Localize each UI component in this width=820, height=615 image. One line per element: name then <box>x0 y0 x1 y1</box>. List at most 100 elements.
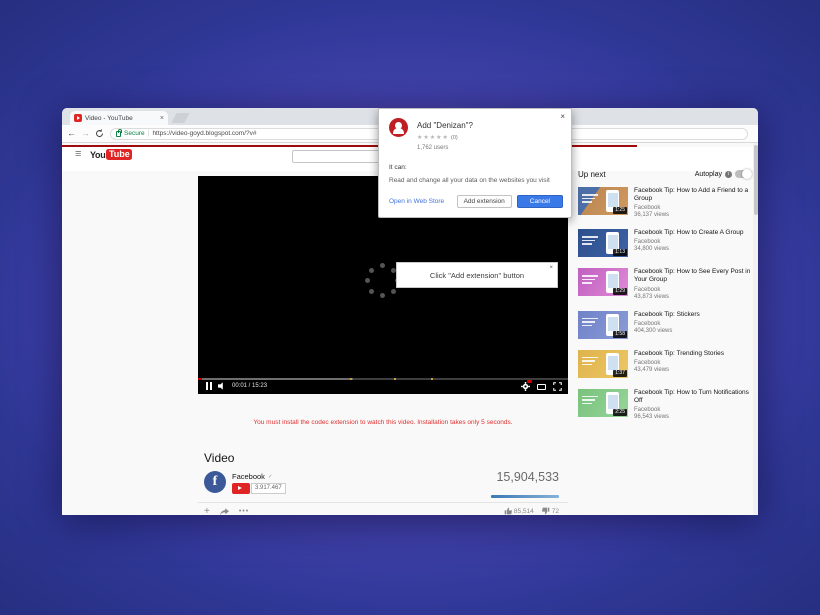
instruction-tooltip: Click "Add extension" button × <box>396 262 558 288</box>
sentiment-bar <box>491 495 559 498</box>
duration-badge: 1:37 <box>613 370 627 377</box>
volume-icon[interactable] <box>218 382 226 390</box>
up-next-title[interactable]: Facebook Tip: How to Turn Notifications … <box>634 389 752 405</box>
menu-icon[interactable]: ≡ <box>75 149 81 160</box>
up-next-channel[interactable]: Facebook <box>634 321 752 327</box>
rating-stars-icon: ★★★★★ <box>417 134 449 141</box>
browser-tab[interactable]: Video - YouTube × <box>70 111 168 125</box>
thumbnail-caption-graphic <box>582 236 598 247</box>
theater-mode-icon[interactable] <box>537 384 546 390</box>
youtube-logo[interactable]: You Tube <box>90 149 132 160</box>
up-next-video[interactable]: 2:25 Facebook Tip: How to Turn Notificat… <box>578 389 752 420</box>
up-next-views: 36,137 views <box>634 212 752 218</box>
extension-install-popup: × Add "Denizan"? ★★★★★ (0) 1,762 users I… <box>378 108 572 218</box>
up-next-channel[interactable]: Facebook <box>634 287 752 293</box>
more-actions-icon[interactable]: ••• <box>239 508 249 515</box>
up-next-views: 34,800 views <box>634 246 752 252</box>
subscribe-widget[interactable]: 3.917.467 <box>232 483 286 494</box>
up-next-video[interactable]: 1:37 Facebook Tip: Trending Stories Face… <box>578 350 752 378</box>
up-next-views: 43,873 views <box>634 294 752 300</box>
new-tab-button[interactable] <box>171 113 189 123</box>
add-to-icon[interactable]: + <box>204 506 210 515</box>
fullscreen-icon[interactable] <box>553 382 562 391</box>
video-thumbnail[interactable]: 2:25 <box>578 389 628 417</box>
up-next-title[interactable]: Facebook Tip: How to Add a Friend to a G… <box>634 187 752 203</box>
video-thumbnail[interactable]: 1:37 <box>578 350 628 378</box>
tab-title: Video - YouTube <box>85 115 157 122</box>
up-next-video[interactable]: 1:58 Facebook Tip: Stickers Facebook 404… <box>578 311 752 339</box>
video-thumbnail[interactable]: 1:29 <box>578 268 628 296</box>
rating-count: (0) <box>451 135 458 141</box>
up-next-title[interactable]: Facebook Tip: How to Create A Group <box>634 229 752 237</box>
pause-icon[interactable] <box>206 382 212 390</box>
url-text[interactable]: https://video-goyd.blogspot.com/?v# <box>152 130 256 137</box>
youtube-favicon-icon <box>74 114 82 122</box>
video-thumbnail[interactable]: 1:25 <box>578 187 628 215</box>
forward-icon[interactable]: → <box>81 129 90 138</box>
back-icon[interactable]: ← <box>67 129 76 138</box>
up-next-sidebar: Up next Autoplay i 1:25 <box>578 167 752 431</box>
up-next-channel[interactable]: Facebook <box>634 205 752 211</box>
logo-you-text: You <box>90 150 105 160</box>
subscriber-count: 3.917.467 <box>251 483 286 494</box>
subscribe-button[interactable] <box>232 483 250 494</box>
video-thumbnail[interactable]: 1:13 <box>578 229 628 257</box>
verified-badge-icon: ✓ <box>268 474 273 480</box>
up-next-channel[interactable]: Facebook <box>634 239 752 245</box>
video-thumbnail[interactable]: 1:58 <box>578 311 628 339</box>
info-icon[interactable]: i <box>725 171 732 178</box>
thumbnail-caption-graphic <box>582 275 598 286</box>
channel-avatar[interactable]: f <box>204 471 226 493</box>
ad-marker <box>350 378 352 380</box>
player-controls: 00:01 / 15:23 <box>198 378 568 394</box>
thumbnail-caption-graphic <box>582 194 598 205</box>
like-button[interactable]: 85,514 <box>504 507 534 515</box>
ad-marker <box>431 378 433 380</box>
duration-badge: 1:29 <box>613 288 627 295</box>
permission-text: Read and change all your data on the web… <box>389 177 567 184</box>
share-icon[interactable] <box>220 508 229 516</box>
browser-window: Video - YouTube × ← → Secure | https://v… <box>62 108 758 515</box>
divider <box>198 502 568 503</box>
duration-badge: 1:58 <box>613 331 627 338</box>
cancel-button[interactable]: Cancel <box>517 195 563 208</box>
settings-gear-icon[interactable] <box>521 382 530 391</box>
up-next-label: Up next <box>578 170 606 179</box>
autoplay-toggle[interactable] <box>735 170 752 178</box>
codec-warning-text: You must install the codec extension to … <box>198 419 568 426</box>
popup-title: Add "Denizan"? <box>417 121 473 130</box>
up-next-title[interactable]: Facebook Tip: How to See Every Post in Y… <box>634 268 752 284</box>
up-next-video[interactable]: 1:13 Facebook Tip: How to Create A Group… <box>578 229 752 257</box>
like-count: 85,514 <box>514 508 534 515</box>
up-next-views: 404,300 views <box>634 328 752 334</box>
reload-icon[interactable] <box>95 129 104 138</box>
seek-bar[interactable] <box>198 378 568 380</box>
dislike-count: 72 <box>552 508 559 515</box>
tab-close-icon[interactable]: × <box>160 115 164 122</box>
up-next-channel[interactable]: Facebook <box>634 360 752 366</box>
up-next-video[interactable]: 1:29 Facebook Tip: How to See Every Post… <box>578 268 752 299</box>
autoplay-label: Autoplay <box>695 171 722 178</box>
tooltip-close-icon[interactable]: × <box>549 265 553 271</box>
tooltip-text: Click "Add extension" button <box>430 271 524 280</box>
logo-tube-text: Tube <box>106 149 132 160</box>
secure-label: Secure <box>124 130 145 137</box>
up-next-views: 43,479 views <box>634 367 752 373</box>
extension-icon <box>389 118 408 137</box>
up-next-video[interactable]: 1:25 Facebook Tip: How to Add a Friend t… <box>578 187 752 218</box>
scrollbar-thumb[interactable] <box>754 145 758 215</box>
open-webstore-link[interactable]: Open in Web Store <box>389 198 444 205</box>
ad-marker <box>394 378 396 380</box>
up-next-channel[interactable]: Facebook <box>634 407 752 413</box>
up-next-title[interactable]: Facebook Tip: Stickers <box>634 311 752 319</box>
channel-name[interactable]: Facebook <box>232 472 265 481</box>
add-extension-button[interactable]: Add extension <box>457 195 512 208</box>
page-scrollbar[interactable] <box>753 143 758 515</box>
popup-close-icon[interactable]: × <box>560 113 565 121</box>
thumbnail-caption-graphic <box>582 357 598 368</box>
dislike-button[interactable]: 72 <box>542 507 559 515</box>
thumbnail-caption-graphic <box>582 318 598 329</box>
view-count: 15,904,533 <box>442 470 559 484</box>
url-separator: | <box>148 130 150 137</box>
up-next-title[interactable]: Facebook Tip: Trending Stories <box>634 350 752 358</box>
